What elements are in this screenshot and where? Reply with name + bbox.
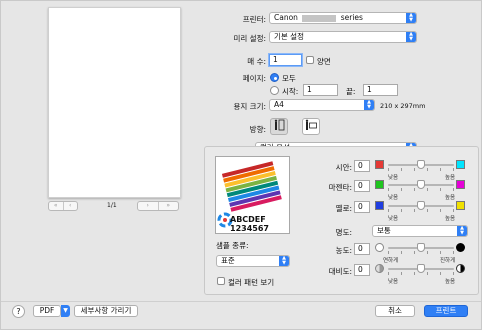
intensity-dark-icon — [456, 243, 465, 252]
duplex-checkbox[interactable] — [306, 56, 314, 64]
contrast-low-label: 낮음 — [388, 279, 399, 285]
sample-text-letters: ABCDEF — [230, 215, 266, 224]
cyan-high-swatch — [456, 160, 465, 169]
pages-all-radio[interactable] — [270, 73, 279, 82]
orientation-label: 방향: — [249, 125, 266, 134]
prev-page-button[interactable]: ‹ — [64, 202, 78, 210]
magenta-high-label: 높음 — [445, 195, 456, 201]
magenta-low-label: 낮음 — [388, 195, 399, 201]
pages-from-input[interactable]: 1 — [303, 84, 338, 96]
help-button[interactable]: ? — [12, 305, 25, 318]
hide-details-button[interactable]: 세부사항 가리기 — [74, 305, 138, 317]
pages-all-label: 모두 — [282, 74, 296, 83]
chevron-down-icon[interactable]: ▼ — [61, 305, 70, 317]
contrast-high-label: 높음 — [445, 279, 456, 285]
preview-nav-back[interactable]: « ‹ — [48, 201, 78, 211]
intensity-slider-thumb[interactable] — [417, 243, 425, 252]
yellow-low-swatch — [375, 201, 384, 210]
tone-value: 보통 — [377, 226, 391, 235]
magenta-label: 마젠타: — [328, 183, 352, 192]
cyan-low-label: 낮음 — [388, 175, 399, 181]
tone-label: 명도: — [335, 228, 352, 237]
paper-size-label: 용지 크기: — [233, 102, 266, 111]
contrast-label: 대비도: — [328, 267, 352, 276]
cyan-low-swatch — [375, 160, 384, 169]
cancel-button[interactable]: 취소 — [375, 305, 415, 317]
sample-type-label: 샘플 종류: — [216, 241, 249, 250]
chevron-updown-icon: ▲▼ — [406, 13, 416, 23]
contrast-high-icon — [456, 264, 465, 273]
preset-popup[interactable]: 기본 설정 ▲ ▼ — [269, 31, 417, 43]
intensity-high-label: 진하게 — [440, 258, 456, 264]
copies-label: 매 수: — [247, 57, 266, 66]
sample-text-digits: 1234567 — [230, 224, 269, 233]
paper-dimensions: 210 x 297mm — [380, 102, 426, 110]
pdf-button[interactable]: PDF — [33, 305, 61, 317]
color-pattern-checkbox[interactable] — [217, 277, 225, 285]
magenta-input[interactable]: 0 — [354, 180, 370, 192]
footer-divider — [1, 301, 481, 302]
sample-type-popup[interactable]: 표준 ▲ ▼ — [216, 255, 290, 267]
tone-popup[interactable]: 보통 ▲ ▼ — [372, 225, 468, 237]
yellow-high-label: 높음 — [445, 216, 456, 222]
cyan-slider-thumb[interactable] — [417, 160, 425, 169]
pages-to-input[interactable]: 1 — [363, 84, 398, 96]
preset-value: 기본 설정 — [274, 32, 304, 41]
yellow-slider-thumb[interactable] — [417, 201, 425, 210]
pages-from-label: 시작: — [282, 87, 299, 96]
printer-value-suffix: series — [340, 13, 363, 22]
yellow-input[interactable]: 0 — [354, 201, 370, 213]
intensity-label: 농도: — [335, 246, 352, 255]
next-page-button[interactable]: › — [138, 202, 159, 210]
printer-label: 프린터: — [242, 15, 266, 24]
cyan-high-label: 높음 — [445, 175, 456, 181]
first-page-button[interactable]: « — [49, 202, 64, 210]
intensity-light-icon — [375, 243, 384, 252]
preview-nav-forward[interactable]: › » — [137, 201, 179, 211]
magenta-low-swatch — [375, 180, 384, 189]
chevron-updown-icon: ▲▼ — [364, 100, 374, 110]
printer-popup[interactable]: Canon series ▲ ▼ — [269, 12, 417, 24]
magenta-slider-thumb[interactable] — [417, 180, 425, 189]
copies-input[interactable]: 1 — [269, 54, 302, 66]
printer-value-prefix: Canon — [274, 13, 298, 22]
portrait-icon — [274, 119, 285, 131]
landscape-icon — [305, 119, 317, 130]
page-preview — [48, 7, 181, 198]
pages-range-radio[interactable] — [270, 86, 279, 95]
pages-label: 페이지: — [242, 74, 266, 83]
preset-label: 미리 설정: — [233, 34, 266, 43]
page-indicator: 1/1 — [107, 202, 117, 209]
contrast-low-icon — [375, 264, 384, 273]
magenta-high-swatch — [456, 180, 465, 189]
cyan-label: 시안: — [335, 163, 352, 172]
redacted-block — [302, 14, 337, 22]
chevron-updown-icon: ▲▼ — [457, 226, 467, 236]
duplex-label: 양면 — [317, 57, 331, 66]
chevron-updown-icon: ▲▼ — [279, 256, 289, 266]
paper-size-value: A4 — [274, 100, 284, 109]
last-page-button[interactable]: » — [159, 202, 179, 210]
pages-to-label: 끝: — [346, 87, 356, 96]
paper-size-popup[interactable]: A4 ▲ ▼ — [269, 99, 375, 111]
landscape-button[interactable] — [302, 118, 320, 135]
intensity-low-label: 연하게 — [383, 258, 399, 264]
color-pattern-label: 컬러 패턴 보기 — [228, 278, 275, 287]
contrast-input[interactable]: 0 — [354, 264, 370, 276]
yellow-high-swatch — [456, 201, 465, 210]
intensity-input[interactable]: 0 — [354, 243, 370, 255]
yellow-low-label: 낮음 — [388, 216, 399, 222]
sample-type-value: 표준 — [221, 256, 235, 265]
chevron-updown-icon: ▲▼ — [406, 32, 416, 42]
yellow-label: 옐로: — [335, 204, 352, 213]
print-button[interactable]: 프린트 — [424, 305, 468, 317]
contrast-slider-thumb[interactable] — [417, 264, 425, 273]
portrait-button[interactable] — [270, 118, 288, 135]
cyan-input[interactable]: 0 — [354, 160, 370, 172]
